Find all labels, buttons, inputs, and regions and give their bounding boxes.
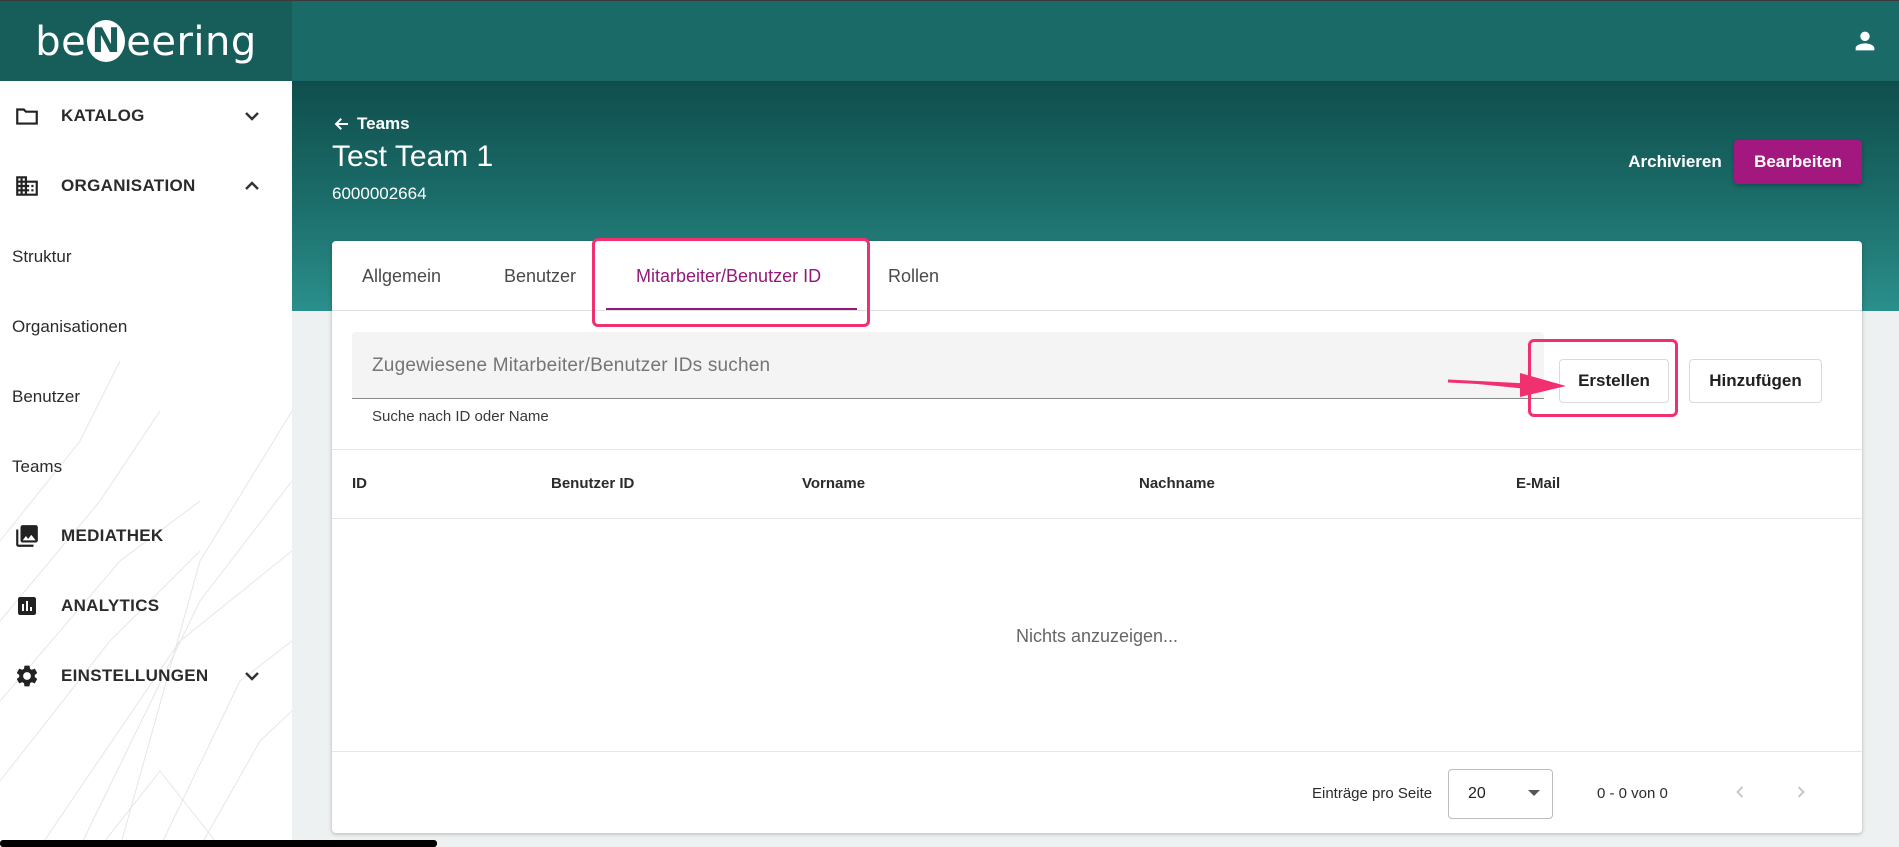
sidebar-item-mediathek[interactable]: MEDIATHEK (0, 501, 292, 571)
back-link-teams[interactable]: Teams (333, 114, 410, 134)
brand-logo[interactable]: be Neering (0, 1, 292, 82)
column-header-benutzer-id[interactable]: Benutzer ID (551, 475, 634, 492)
sidebar-item-label: ORGANISATION (61, 176, 196, 195)
chevron-left-icon (1736, 786, 1744, 798)
chevron-up-icon (245, 181, 259, 190)
sidebar-subitem-benutzer[interactable]: Benutzer (12, 387, 80, 407)
per-page-value: 20 (1468, 785, 1486, 802)
content-card: Allgemein Benutzer Mitarbeiter/Benutzer … (332, 241, 1862, 833)
sidebar-item-label: KATALOG (61, 106, 145, 125)
folder-icon (13, 102, 41, 130)
column-header-vorname[interactable]: Vorname (802, 475, 865, 492)
horizontal-scrollbar[interactable] (0, 840, 437, 847)
gear-icon (13, 662, 41, 690)
highlight-box-tab (592, 238, 870, 327)
logo-text: be Neering (35, 18, 257, 65)
tab-bar: Allgemein Benutzer Mitarbeiter/Benutzer … (332, 241, 1862, 311)
edit-button[interactable]: Bearbeiten (1734, 140, 1862, 184)
sidebar-item-organisation[interactable]: ORGANISATION (0, 151, 292, 221)
search-input[interactable]: Zugewiesene Mitarbeiter/Benutzer IDs suc… (352, 332, 1544, 399)
table-pagination: Einträge pro Seite 20 0 - 0 von 0 (332, 751, 1862, 833)
tab-allgemein[interactable]: Allgemein (362, 241, 441, 311)
pagination-range: 0 - 0 von 0 (1597, 785, 1668, 802)
column-header-email[interactable]: E-Mail (1516, 475, 1560, 492)
chevron-down-icon (245, 112, 259, 121)
sidebar-subitem-struktur[interactable]: Struktur (12, 247, 72, 267)
sidebar-subitem-organisationen[interactable]: Organisationen (12, 317, 127, 337)
per-page-select[interactable]: 20 (1448, 769, 1553, 819)
analytics-icon (13, 592, 41, 620)
user-account-icon[interactable] (1851, 27, 1879, 55)
search-placeholder: Zugewiesene Mitarbeiter/Benutzer IDs suc… (372, 355, 771, 376)
arrow-back-icon (334, 118, 348, 130)
column-header-id[interactable]: ID (352, 475, 367, 492)
sidebar-item-label: EINSTELLUNGEN (61, 666, 209, 685)
sidebar-item-katalog[interactable]: KATALOG (0, 81, 292, 151)
building-icon (13, 172, 41, 200)
previous-page-button[interactable] (1722, 774, 1758, 810)
chevron-right-icon (1797, 786, 1805, 798)
top-app-bar: be Neering (0, 0, 1899, 82)
annotation-arrow-icon (1448, 373, 1566, 397)
column-header-nachname[interactable]: Nachname (1139, 475, 1215, 492)
tab-benutzer[interactable]: Benutzer (504, 241, 576, 311)
next-page-button[interactable] (1783, 774, 1819, 810)
chevron-down-icon (245, 672, 259, 681)
media-icon (13, 522, 41, 550)
caret-down-icon (1528, 790, 1540, 796)
tab-rollen[interactable]: Rollen (888, 241, 939, 311)
sidebar-item-einstellungen[interactable]: EINSTELLUNGEN (0, 641, 292, 711)
archive-button[interactable]: Archivieren (1616, 140, 1734, 184)
page-subtitle: 6000002664 (332, 184, 427, 203)
sidebar-subitem-teams[interactable]: Teams (12, 457, 62, 477)
sidebar: KATALOG ORGANISATION Struktur Organisati… (0, 81, 292, 847)
page-title: Test Team 1 (332, 140, 494, 173)
table-header: ID Benutzer ID Vorname Nachname E-Mail (332, 449, 1862, 519)
add-button[interactable]: Hinzufügen (1689, 359, 1822, 403)
sidebar-item-analytics[interactable]: ANALYTICS (0, 571, 292, 641)
empty-state-text: Nichts anzuzeigen... (1015, 626, 1179, 646)
sidebar-item-label: ANALYTICS (61, 596, 160, 615)
sidebar-item-label: MEDIATHEK (61, 526, 164, 545)
back-link-label: Teams (357, 114, 410, 133)
search-hint: Suche nach ID oder Name (372, 408, 549, 425)
per-page-label: Einträge pro Seite (1312, 785, 1433, 802)
